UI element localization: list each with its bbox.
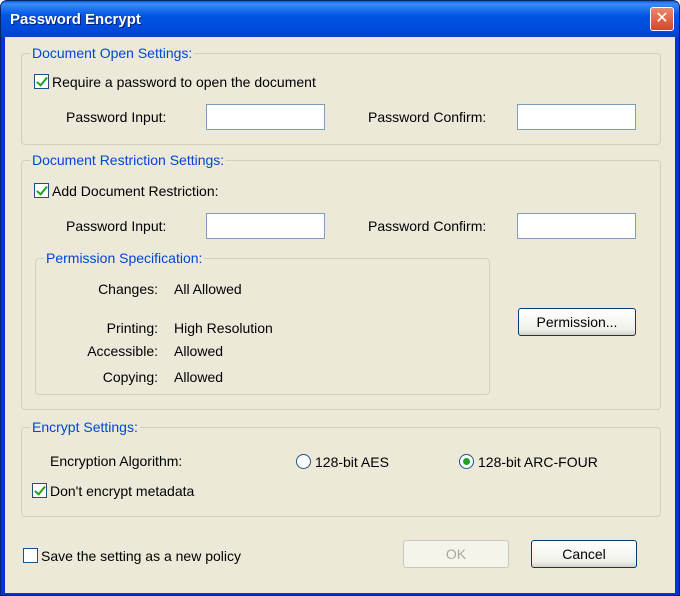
- encrypt-settings-group: Encrypt Settings: Encryption Algorithm: …: [21, 419, 661, 517]
- require-password-checkbox[interactable]: [34, 74, 49, 89]
- changes-value: All Allowed: [174, 281, 242, 297]
- encrypt-settings-legend: Encrypt Settings:: [30, 419, 140, 435]
- dont-encrypt-metadata-label[interactable]: Don't encrypt metadata: [50, 483, 194, 499]
- encryption-algorithm-label: Encryption Algorithm:: [50, 453, 183, 469]
- restriction-settings-legend: Document Restriction Settings:: [30, 152, 227, 168]
- arc-four-radio-label[interactable]: 128-bit ARC-FOUR: [478, 454, 598, 470]
- printing-value: High Resolution: [174, 320, 273, 336]
- permission-spec-legend: Permission Specification:: [44, 250, 205, 266]
- require-password-label[interactable]: Require a password to open the document: [52, 74, 316, 90]
- close-icon: ✕: [655, 10, 669, 27]
- restriction-settings-group: Document Restriction Settings: Add Docum…: [21, 152, 661, 410]
- open-password-confirm-label: Password Confirm:: [368, 109, 487, 125]
- title-bar[interactable]: Password Encrypt ✕: [1, 1, 679, 37]
- restriction-password-input-label: Password Input:: [66, 218, 167, 234]
- ok-button[interactable]: OK: [403, 540, 509, 568]
- accessible-label: Accessible:: [87, 343, 158, 359]
- dialog-body: Document Open Settings: Require a passwo…: [5, 37, 675, 593]
- restriction-password-input[interactable]: [206, 213, 325, 239]
- copying-value: Allowed: [174, 369, 224, 385]
- aes-radio[interactable]: [296, 454, 311, 469]
- printing-label: Printing:: [106, 320, 158, 336]
- open-password-input[interactable]: [206, 104, 325, 130]
- close-button[interactable]: ✕: [650, 7, 674, 31]
- changes-label: Changes:: [98, 281, 158, 297]
- restriction-password-confirm-label: Password Confirm:: [368, 218, 487, 234]
- add-restriction-label[interactable]: Add Document Restriction:: [52, 183, 219, 199]
- permission-button[interactable]: Permission...: [518, 308, 636, 336]
- add-restriction-checkbox[interactable]: [34, 183, 49, 198]
- window-title: Password Encrypt: [10, 11, 141, 28]
- copying-label: Copying:: [102, 369, 158, 385]
- password-encrypt-dialog: Password Encrypt ✕ Document Open Setting…: [0, 0, 680, 596]
- arc-four-radio[interactable]: [459, 454, 474, 469]
- aes-radio-label[interactable]: 128-bit AES: [315, 454, 389, 470]
- save-policy-label[interactable]: Save the setting as a new policy: [41, 548, 241, 564]
- restriction-password-confirm-input[interactable]: [517, 213, 636, 239]
- save-policy-checkbox[interactable]: [23, 548, 38, 563]
- cancel-button[interactable]: Cancel: [531, 540, 637, 568]
- open-settings-group: Document Open Settings: Require a passwo…: [21, 45, 661, 145]
- permission-spec-group: Permission Specification: Changes: All A…: [35, 250, 490, 395]
- open-password-input-label: Password Input:: [66, 109, 167, 125]
- accessible-value: Allowed: [174, 343, 224, 359]
- open-password-confirm-input[interactable]: [517, 104, 636, 130]
- dont-encrypt-metadata-checkbox[interactable]: [32, 483, 47, 498]
- open-settings-legend: Document Open Settings:: [30, 45, 195, 61]
